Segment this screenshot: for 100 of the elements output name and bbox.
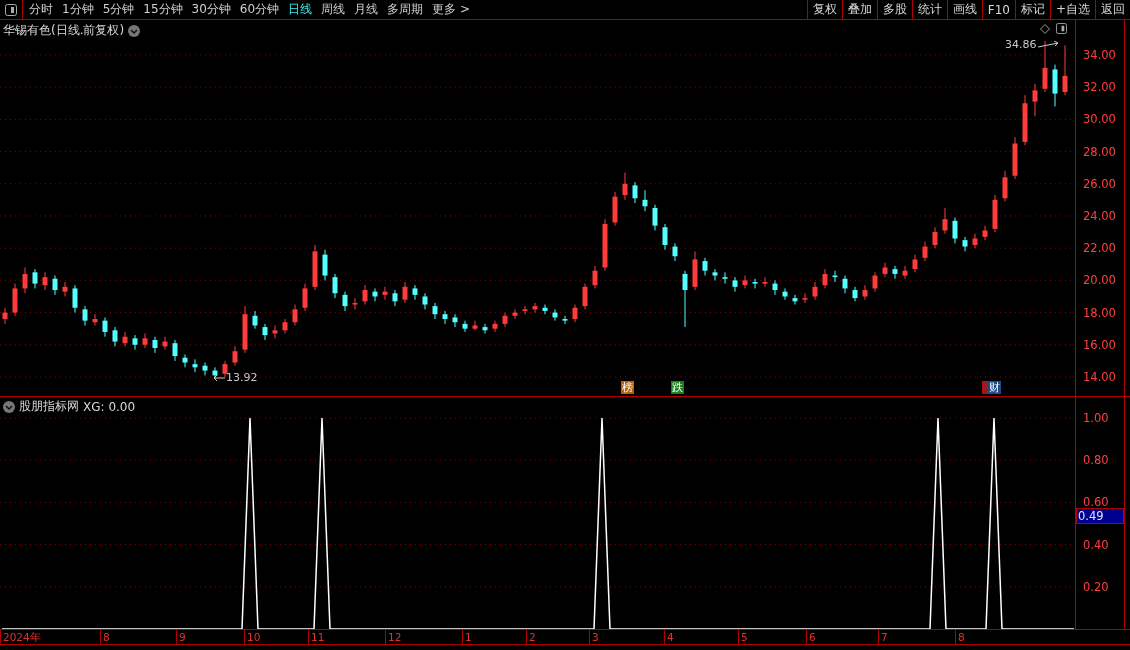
candle: [932, 226, 938, 249]
event-tag[interactable]: 跌: [671, 381, 684, 394]
event-tag[interactable]: 榜: [621, 381, 634, 394]
toolbar-button[interactable]: 画线: [946, 0, 982, 19]
candle: [862, 284, 868, 301]
candle: [562, 315, 568, 325]
indicator-reading: : 0.00: [100, 399, 136, 414]
axis-label: 0.60: [1083, 495, 1109, 510]
toolbar-button[interactable]: 标记: [1014, 0, 1050, 19]
date-axis-label: 6: [806, 630, 816, 644]
candle: [632, 181, 638, 204]
axis-label: 0.20: [1083, 579, 1109, 594]
cursor-value-label: 0.49: [1076, 508, 1124, 524]
high-price-label: 34.86: [1005, 38, 1037, 51]
arrow-right-icon: [1037, 40, 1060, 49]
candle: [542, 304, 548, 315]
candle: [232, 345, 238, 367]
period-tab[interactable]: 更多 >: [432, 1, 470, 18]
stock-title: 华锡有色(日线.前复权): [3, 22, 125, 39]
candle: [82, 305, 88, 326]
candle: [682, 270, 688, 328]
candle: [702, 257, 708, 277]
date-axis-label: 8: [100, 630, 110, 644]
period-tab[interactable]: 月线: [354, 1, 379, 18]
candle: [982, 225, 988, 241]
event-tag[interactable]: 财: [988, 381, 1001, 394]
candle: [312, 244, 318, 291]
axis-label: 22.00: [1083, 241, 1116, 256]
candle: [1002, 170, 1008, 202]
candle: [842, 275, 848, 294]
candle: [242, 305, 248, 354]
candle: [212, 366, 218, 379]
candle: [322, 249, 328, 281]
date-axis-label: 11: [308, 630, 325, 644]
toolbar-button[interactable]: 多股: [876, 0, 912, 19]
candle: [72, 284, 78, 314]
panel-toggle-icon[interactable]: [1056, 23, 1067, 34]
candle: [992, 194, 998, 233]
candle: [102, 316, 108, 338]
panel-toggle-icon[interactable]: [5, 3, 17, 16]
candle: [522, 305, 528, 315]
candle: [112, 326, 118, 347]
period-tab[interactable]: 周线: [321, 1, 346, 18]
candle: [582, 283, 588, 310]
axis-label: 30.00: [1083, 112, 1116, 127]
candle: [142, 333, 148, 349]
toolbar-button[interactable]: 返回: [1095, 0, 1130, 19]
candle: [292, 304, 298, 326]
candle: [22, 267, 28, 294]
candle: [772, 279, 778, 296]
candle: [162, 336, 168, 351]
period-tab[interactable]: 30分钟: [191, 1, 231, 18]
axis-label: 1.00: [1083, 411, 1109, 426]
candle: [192, 358, 198, 373]
candle: [902, 265, 908, 280]
candle: [272, 324, 278, 339]
axis-label: 32.00: [1083, 80, 1116, 95]
candle: [62, 281, 68, 297]
axis-label: 28.00: [1083, 144, 1116, 159]
date-axis-label: 7: [878, 630, 888, 644]
date-axis-label: 12: [385, 630, 402, 644]
candle: [32, 268, 38, 289]
diamond-icon[interactable]: [1040, 23, 1050, 34]
toolbar-button[interactable]: 统计: [911, 0, 947, 19]
candle: [672, 242, 678, 262]
period-tab[interactable]: 5分钟: [102, 1, 135, 18]
axis-label: 24.00: [1083, 208, 1116, 223]
indicator-title: 股朋指标网: [19, 398, 79, 415]
candle: [492, 320, 498, 333]
candle: [1062, 44, 1068, 96]
axis-label: 0.80: [1083, 453, 1109, 468]
date-axis-label: 9: [176, 630, 186, 644]
toolbar-button[interactable]: F10: [981, 0, 1015, 19]
candle: [412, 284, 418, 301]
period-tab[interactable]: 分时: [29, 1, 53, 18]
period-tab[interactable]: 1分钟: [62, 1, 94, 18]
period-tab[interactable]: 日线: [288, 1, 313, 18]
candle: [1032, 83, 1038, 117]
toolbar-button[interactable]: 复权: [806, 0, 842, 19]
period-tab[interactable]: 15分钟: [143, 1, 183, 18]
date-axis-label: 3: [589, 630, 599, 644]
chevron-down-icon[interactable]: [128, 24, 141, 37]
candle: [802, 292, 808, 304]
candle: [472, 320, 478, 331]
toolbar-button[interactable]: +自选: [1049, 0, 1095, 19]
candle: [382, 286, 388, 301]
candle: [822, 268, 828, 289]
chevron-down-icon[interactable]: [3, 400, 15, 413]
candle: [462, 320, 468, 333]
period-tab[interactable]: 60分钟: [239, 1, 280, 18]
period-tab[interactable]: 多周期: [387, 1, 424, 18]
toolbar-button[interactable]: 叠加: [841, 0, 877, 19]
candle: [852, 286, 858, 302]
candle: [832, 270, 838, 283]
candle: [552, 308, 558, 322]
candle: [352, 297, 358, 310]
candle: [872, 271, 878, 293]
candle: [972, 233, 978, 249]
candle: [202, 362, 208, 376]
candle: [942, 207, 948, 235]
